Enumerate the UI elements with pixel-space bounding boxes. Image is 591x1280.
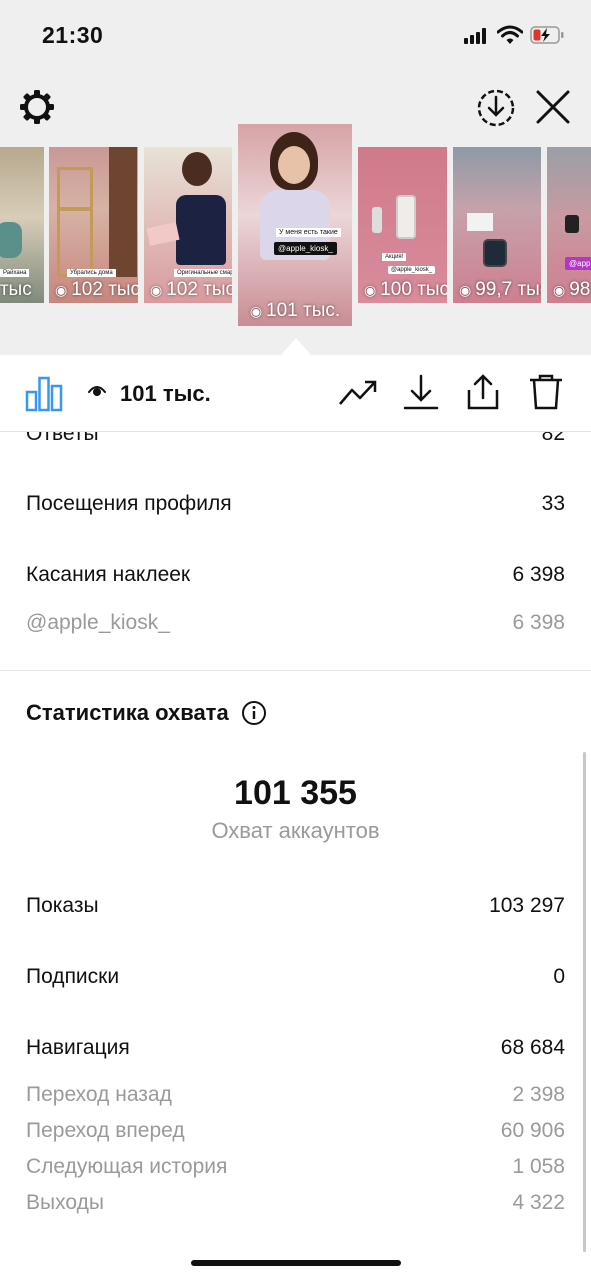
eye-icon — [88, 386, 106, 396]
story-views: ◉ 101 тыс. — [249, 300, 341, 321]
home-indicator[interactable] — [191, 1260, 401, 1266]
reach-section-title: Статистика охвата — [26, 700, 267, 726]
story-views: ◉ 98 — [553, 279, 591, 300]
stat-row-replies: Ответы 82 — [26, 432, 565, 446]
accounts-reached-label: Охват аккаунтов — [211, 818, 380, 843]
stat-value: 6 398 — [512, 611, 565, 634]
stat-row-exits: Выходы 4 322 — [26, 1191, 565, 1215]
stat-value: 82 — [541, 432, 565, 445]
stat-value: 2 398 — [512, 1083, 565, 1106]
stat-value: 68 684 — [500, 1036, 565, 1059]
story-thumbnail[interactable]: Райхана 3 тыс — [0, 147, 44, 303]
story-mention-tag: @apple_kiosk_ — [274, 242, 337, 255]
insights-content[interactable]: Ответы 82 Посещения профиля 33 Касания н… — [0, 432, 591, 1280]
stat-row-forward: Переход вперед 60 906 — [26, 1119, 565, 1143]
info-icon[interactable] — [241, 700, 267, 726]
stat-label: Посещения профиля — [26, 492, 232, 515]
story-strip-area: 21:30 Райхана тыс Убрались дома ◉ 102 ты… — [0, 0, 591, 355]
story-views: ◉ 102 тыс — [55, 279, 138, 300]
stat-row-next-story: Следующая история 1 058 — [26, 1155, 565, 1179]
trash-icon[interactable] — [526, 372, 566, 412]
status-bar: 21:30 — [0, 0, 591, 70]
stat-label: Навигация — [26, 1036, 130, 1059]
story-mention-tag: @appl — [565, 257, 591, 270]
story-views: 3 тыс — [0, 279, 32, 300]
section-divider — [0, 670, 591, 671]
stat-label: Переход назад — [26, 1083, 172, 1106]
insights-bar-chart-icon[interactable] — [25, 376, 63, 412]
stat-label: Следующая история — [26, 1155, 228, 1178]
story-caption: Райхана — [0, 269, 30, 277]
accounts-reached-value: 101 355 — [234, 774, 357, 812]
stat-value: 33 — [541, 492, 565, 515]
stat-value: 1 058 — [512, 1155, 565, 1178]
stories-carousel[interactable]: Райхана 3 тыс Убрались дома ◉102 тыс Ори… — [0, 124, 591, 332]
story-caption: Акция! — [382, 253, 407, 261]
stat-row-follows: Подписки 0 — [26, 965, 565, 989]
stat-row-impressions: Показы 103 297 — [26, 894, 565, 918]
stat-label: Подписки — [26, 965, 120, 988]
story-views: ◉99,7 тыс — [459, 279, 541, 300]
stat-label: Выходы — [26, 1191, 104, 1214]
story-thumbnail[interactable]: Акция! @apple_kiosk_ ◉ 100 тыс — [358, 147, 447, 303]
stat-row-navigation: Навигация 68 684 — [26, 1036, 565, 1060]
insights-toolbar: 101 тыс. — [0, 355, 591, 432]
story-thumbnail-selected[interactable]: У меня есть такие @apple_kiosk_ ◉ 101 тыс… — [238, 124, 352, 326]
stat-value: 60 906 — [500, 1119, 565, 1142]
story-views: ◉ 100 тыс — [364, 279, 447, 300]
battery-charging-icon — [530, 26, 564, 44]
story-views: ◉ 102 тыс — [150, 279, 232, 300]
story-thumbnail[interactable]: @appl ◉ 98 — [547, 147, 591, 303]
settings-gear-icon[interactable] — [18, 88, 56, 126]
share-icon[interactable] — [463, 372, 503, 412]
trending-icon[interactable] — [338, 372, 378, 412]
close-icon[interactable] — [534, 88, 572, 126]
stat-row-back: Переход назад 2 398 — [26, 1083, 565, 1107]
stat-value: 103 297 — [489, 894, 565, 917]
stat-label: Показы — [26, 894, 99, 917]
story-caption: У меня есть такие — [276, 228, 341, 237]
story-thumbnail[interactable]: ◉99,7 тыс — [453, 147, 541, 303]
stat-row-sticker-taps: Касания наклеек 6 398 — [26, 563, 565, 587]
story-caption: Оригинальные смарт часы — [174, 269, 232, 277]
selected-story-pointer — [281, 338, 311, 355]
story-caption: Убрались дома — [67, 269, 116, 277]
scrollbar[interactable] — [583, 752, 586, 1252]
story-mention-tag: @apple_kiosk_ — [388, 266, 436, 274]
status-time: 21:30 — [42, 22, 104, 48]
stat-row-mention-sticker: @apple_kiosk_ 6 398 — [26, 611, 565, 635]
wifi-icon — [497, 25, 523, 44]
cellular-signal-icon — [464, 28, 490, 44]
stat-value: 0 — [553, 965, 565, 988]
stat-label: Ответы — [26, 432, 99, 445]
story-thumbnail[interactable]: Убрались дома ◉ 102 тыс — [49, 147, 138, 303]
stat-label: Переход вперед — [26, 1119, 185, 1142]
stat-row-profile-visits: Посещения профиля 33 — [26, 492, 565, 516]
stat-value: 4 322 — [512, 1191, 565, 1214]
stat-value: 6 398 — [512, 563, 565, 586]
story-thumbnail[interactable]: Оригинальные смарт часы ◉102 тыс — [144, 147, 232, 303]
stat-label: @apple_kiosk_ — [26, 611, 170, 634]
views-count: 101 тыс. — [120, 381, 211, 406]
download-circle-icon[interactable] — [476, 88, 516, 128]
download-icon[interactable] — [401, 372, 441, 412]
stat-label: Касания наклеек — [26, 563, 191, 586]
